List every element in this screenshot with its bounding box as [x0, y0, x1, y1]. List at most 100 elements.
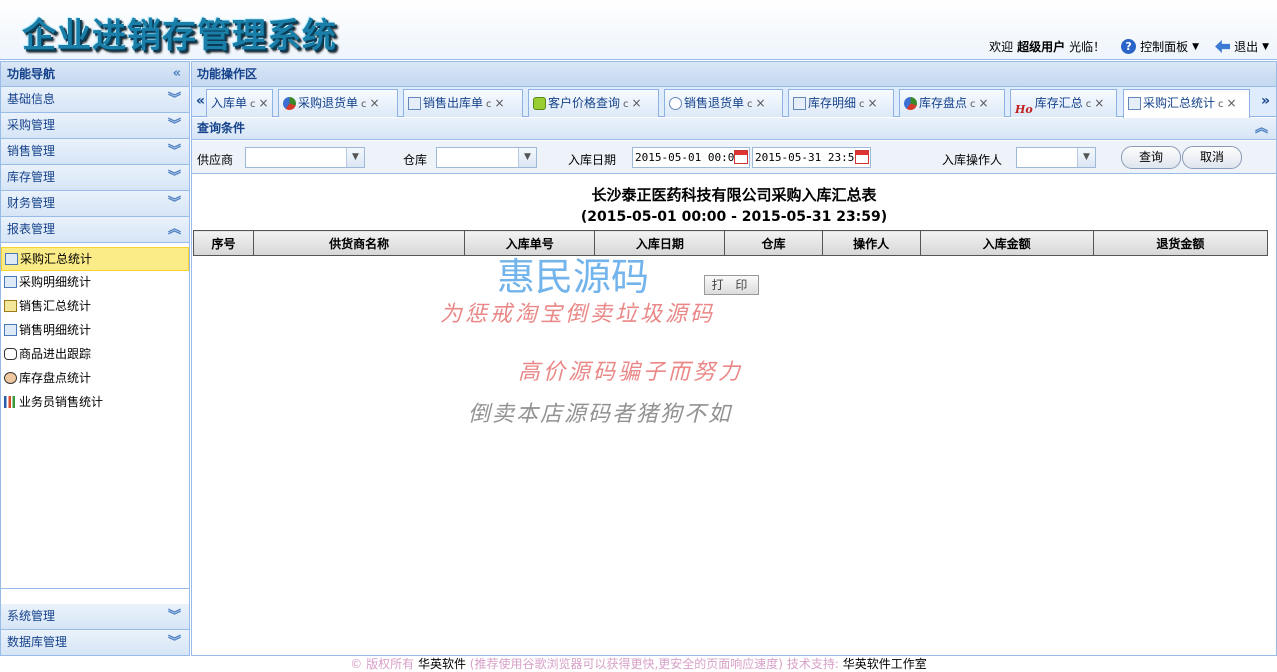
- refresh-icon[interactable]: c: [970, 99, 976, 110]
- print-button[interactable]: 打 印: [704, 275, 759, 295]
- nav-item-sales-detail[interactable]: 销售明细统计: [1, 319, 189, 343]
- nav-group-label: 财务管理: [7, 196, 56, 210]
- column-header: 供货商名称: [253, 230, 466, 256]
- report-date-range: (2015-05-01 00:00 - 2015-05-31 23:59): [580, 209, 888, 225]
- chevron-down-icon[interactable]: ▼: [1192, 42, 1199, 52]
- nav-group-reports[interactable]: 报表管理 ︽: [1, 217, 189, 243]
- nav-group-basic[interactable]: 基础信息 ︾: [1, 87, 189, 113]
- nav-group-label: 报表管理: [7, 222, 56, 236]
- warehouse-select[interactable]: ▼: [436, 147, 537, 168]
- chevron-down-icon: ︾: [167, 118, 181, 133]
- scroll-left-icon[interactable]: «: [196, 93, 205, 109]
- query-button[interactable]: 查询: [1121, 146, 1181, 169]
- calendar-icon[interactable]: [734, 150, 748, 164]
- refresh-icon[interactable]: c: [1086, 99, 1092, 110]
- refresh-icon[interactable]: c: [747, 99, 753, 110]
- nav-item-purchase-summary[interactable]: 采购汇总统计: [1, 247, 189, 271]
- chevron-down-icon[interactable]: ▼: [1262, 42, 1269, 52]
- footer-support: 华英软件工作室: [842, 657, 927, 671]
- logout-link[interactable]: 退出: [1234, 38, 1258, 55]
- nav-group-inventory[interactable]: 库存管理 ︾: [1, 165, 189, 191]
- close-icon[interactable]: ×: [1094, 96, 1104, 110]
- nav-item-label: 采购汇总统计: [20, 252, 93, 266]
- scroll-right-icon[interactable]: »: [1261, 93, 1270, 109]
- close-icon[interactable]: ×: [259, 96, 269, 110]
- close-icon[interactable]: ×: [495, 96, 505, 110]
- chevron-down-icon: ︾: [167, 635, 181, 650]
- refresh-icon[interactable]: c: [250, 99, 256, 110]
- tab-stock-check[interactable]: 库存盘点 c ×: [899, 89, 1005, 117]
- nav-group-label: 数据库管理: [7, 635, 68, 649]
- cancel-button[interactable]: 取消: [1182, 146, 1242, 169]
- report-table: 序号 供货商名称 入库单号 入库日期 仓库 操作人 入库金额 退货金额: [192, 230, 1269, 256]
- chevron-down-icon[interactable]: ▼: [346, 148, 364, 167]
- query-panel-header: 查询条件 ︽: [192, 118, 1276, 140]
- tab-label: 销售出库单: [423, 96, 484, 110]
- tab-label: 库存汇总: [1034, 96, 1083, 110]
- nav-group-finance[interactable]: 财务管理 ︾: [1, 191, 189, 217]
- refresh-icon[interactable]: c: [859, 99, 865, 110]
- nav-group-sales[interactable]: 销售管理 ︾: [1, 139, 189, 165]
- nav-item-label: 销售汇总统计: [19, 299, 92, 313]
- footer: © 版权所有 华英软件 (推荐使用谷歌浏览器可以获得更快,更安全的页面响应速度)…: [0, 657, 1277, 672]
- column-header: 序号: [192, 230, 255, 256]
- supplier-select[interactable]: ▼: [245, 147, 365, 168]
- footer-owner: 华英软件: [417, 657, 466, 671]
- nav-item-label: 销售明细统计: [19, 323, 92, 337]
- nav-group-label: 基础信息: [7, 92, 56, 106]
- close-icon[interactable]: ×: [868, 96, 878, 110]
- tab-purchase-return[interactable]: 采购退货单 c ×: [278, 89, 398, 117]
- nav-item-sales-summary[interactable]: 销售汇总统计: [1, 295, 189, 319]
- money-icon: [533, 97, 546, 110]
- tab-sales-outbound[interactable]: 销售出库单 c ×: [403, 89, 523, 117]
- report-menu: 采购汇总统计 采购明细统计 销售汇总统计 销售明细统计 商品进出跟踪 库存盘点统…: [1, 243, 189, 589]
- tab-stock-summary[interactable]: Ho 库存汇总 c ×: [1010, 89, 1117, 117]
- nav-item-purchase-detail[interactable]: 采购明细统计: [1, 271, 189, 295]
- close-icon[interactable]: ×: [756, 96, 766, 110]
- help-icon: ?: [1121, 39, 1137, 54]
- close-icon[interactable]: ×: [632, 96, 642, 110]
- document-icon: [793, 97, 806, 110]
- collapse-up-icon[interactable]: ︽: [1255, 118, 1268, 139]
- close-icon[interactable]: ×: [1227, 96, 1237, 110]
- chevron-down-icon[interactable]: ▼: [518, 148, 536, 167]
- detail-icon: [4, 324, 17, 336]
- date-to-input[interactable]: 2015-05-31 23:59: [752, 147, 871, 168]
- bar-chart-icon: [4, 396, 17, 408]
- nav-title-text: 功能导航: [7, 67, 56, 81]
- nav-item-salesman-stats[interactable]: 业务员销售统计: [1, 391, 189, 415]
- column-header: 操作人: [821, 230, 921, 256]
- refresh-icon[interactable]: c: [361, 99, 367, 110]
- nav-item-goods-tracking[interactable]: 商品进出跟踪: [1, 343, 189, 367]
- tab-stock-detail[interactable]: 库存明细 c ×: [788, 89, 894, 117]
- nav-group-database[interactable]: 数据库管理 ︾: [1, 630, 189, 656]
- tab-sales-return[interactable]: 销售退货单 c ×: [664, 89, 783, 117]
- tab-label: 入库单: [211, 96, 248, 110]
- tab-purchase-summary[interactable]: 采购汇总统计 c ×: [1123, 89, 1250, 118]
- close-icon[interactable]: ×: [370, 96, 380, 110]
- column-header: 退货金额: [1092, 230, 1269, 256]
- column-header: 仓库: [724, 230, 823, 256]
- collapse-left-icon[interactable]: «: [173, 62, 181, 86]
- nav-group-system[interactable]: 系统管理 ︾: [1, 604, 189, 630]
- warehouse-label: 仓库: [403, 153, 428, 167]
- nav-item-stock-check[interactable]: 库存盘点统计: [1, 367, 189, 391]
- user-name: 超级用户: [1017, 40, 1066, 54]
- chevron-down-icon[interactable]: ▼: [1077, 148, 1095, 167]
- nav-group-purchase[interactable]: 采购管理 ︾: [1, 113, 189, 139]
- operator-select[interactable]: ▼: [1016, 147, 1096, 168]
- tab-label: 采购汇总统计: [1143, 96, 1216, 110]
- main-title: 功能操作区: [192, 62, 1276, 87]
- date-from-input[interactable]: 2015-05-01 00:00: [632, 147, 750, 168]
- tab-stock-in[interactable]: 入库单 c ×: [206, 89, 273, 117]
- close-icon[interactable]: ×: [979, 96, 989, 110]
- calendar-icon[interactable]: [855, 150, 869, 164]
- chevron-up-icon: ︽: [167, 222, 181, 237]
- tab-customer-price[interactable]: 客户价格查询 c ×: [528, 89, 659, 117]
- refresh-icon[interactable]: c: [486, 99, 492, 110]
- refresh-icon[interactable]: c: [1218, 99, 1224, 110]
- control-panel-menu[interactable]: 控制面板: [1140, 38, 1188, 55]
- refresh-icon[interactable]: c: [623, 99, 629, 110]
- tab-label: 客户价格查询: [548, 96, 621, 110]
- nav-group-label: 销售管理: [7, 144, 56, 158]
